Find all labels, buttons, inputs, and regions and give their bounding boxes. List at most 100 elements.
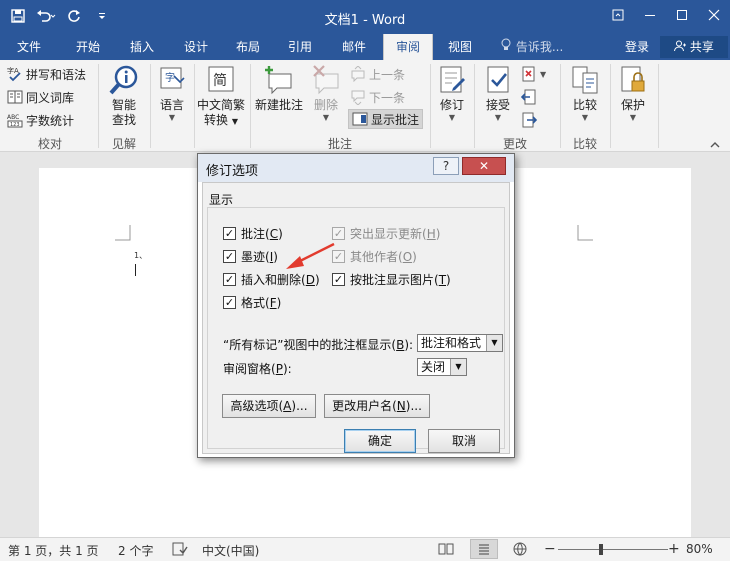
ribbon-tabs: 文件 开始 插入 设计 布局 引用 邮件 审阅 视图 告诉我... 登录 共享 xyxy=(0,34,730,60)
tab-file[interactable]: 文件 xyxy=(4,34,54,60)
formatting-checkbox[interactable]: ✓ 格式(F) xyxy=(223,294,281,311)
ok-button[interactable]: 确定 xyxy=(344,429,416,453)
thesaurus-label: 同义词库 xyxy=(26,90,75,105)
advanced-options-button[interactable]: 高级选项(A)... xyxy=(222,394,316,418)
pictures-by-comments-checkbox[interactable]: ✓ 按批注显示图片(T) xyxy=(332,271,451,288)
close-icon[interactable] xyxy=(698,0,730,30)
previous-comment-button[interactable]: 上一条 xyxy=(350,64,405,84)
checkbox-label: 按批注显示图片(T) xyxy=(350,273,451,287)
tab-view[interactable]: 视图 xyxy=(436,34,484,60)
word-count-button[interactable]: ABC 123 字数统计 xyxy=(7,110,74,130)
text-cursor xyxy=(135,264,136,276)
chevron-down-icon: ▼ xyxy=(322,113,330,122)
page-count[interactable]: 第 1 页，共 1 页 xyxy=(8,542,99,559)
tab-home[interactable]: 开始 xyxy=(62,34,114,60)
language-button[interactable]: 字 语言 ▼ xyxy=(154,64,190,123)
zoom-in-button[interactable]: + xyxy=(668,542,680,556)
zoom-slider-thumb[interactable] xyxy=(598,544,603,555)
new-comment-button[interactable]: 新建批注 xyxy=(252,64,306,113)
word-count-label: 字数统计 xyxy=(26,113,75,128)
compare-button[interactable]: 比较 ▼ xyxy=(566,64,604,123)
accept-button[interactable]: 接受 ▼ xyxy=(480,64,516,123)
previous-comment-label: 上一条 xyxy=(369,67,406,82)
dialog-close-button[interactable]: ✕ xyxy=(462,157,506,175)
language-status[interactable]: 中文(中国) xyxy=(202,542,259,559)
group-separator xyxy=(194,64,195,148)
checkbox-box: ✓ xyxy=(223,273,236,286)
reject-change-button[interactable]: ▼ xyxy=(521,64,546,84)
help-button[interactable]: ? xyxy=(433,157,459,175)
next-comment-button[interactable]: 下一条 xyxy=(350,87,405,107)
sign-in-link[interactable]: 登录 xyxy=(625,34,649,60)
tab-references[interactable]: 引用 xyxy=(274,34,326,60)
chevron-down-icon: ▼ xyxy=(450,359,466,375)
protect-label: 保护 xyxy=(620,98,645,112)
tab-review[interactable]: 审阅 xyxy=(383,34,433,60)
chinese-conversion-label-2-text: 转换 xyxy=(204,113,229,127)
zoom-out-button[interactable]: − xyxy=(544,542,556,556)
other-authors-checkbox[interactable]: ✓ 其他作者(O) xyxy=(332,248,417,265)
group-separator xyxy=(658,64,659,148)
group-label-insights: 见解 xyxy=(111,137,136,151)
zoom-level[interactable]: 80% xyxy=(686,542,713,556)
insertions-deletions-checkbox[interactable]: ✓ 插入和删除(D) xyxy=(223,271,320,288)
share-label: 共享 xyxy=(689,40,714,54)
zoom-slider-track[interactable] xyxy=(558,544,668,555)
tell-me-box[interactable]: 告诉我... xyxy=(500,34,563,60)
checkbox-label: 其他作者(O) xyxy=(350,250,417,264)
checkbox-label: 格式(F) xyxy=(241,296,282,310)
next-change-button[interactable] xyxy=(521,110,538,130)
svg-text:字A: 字A xyxy=(7,66,19,75)
comments-checkbox[interactable]: ✓ 批注(C) xyxy=(223,225,283,242)
compare-label: 比较 xyxy=(572,98,597,112)
balloons-select[interactable]: 批注和格式 ▼ xyxy=(417,334,503,352)
track-changes-options-dialog: 修订选项 ? ✕ 显示 ✓ 批注(C) ✓ 墨迹(I) ✓ 插入和删除(D) ✓… xyxy=(197,153,515,458)
tab-design[interactable]: 设计 xyxy=(170,34,222,60)
language-icon: 字 xyxy=(156,64,188,96)
share-button[interactable]: 共享 xyxy=(660,36,728,58)
crop-mark-top-left xyxy=(115,225,131,241)
proofing-status-icon[interactable] xyxy=(172,542,188,559)
word-count[interactable]: 2 个字 xyxy=(118,542,153,559)
new-comment-label: 新建批注 xyxy=(254,98,303,112)
change-username-button[interactable]: 更改用户名(N)... xyxy=(324,394,430,418)
new-comment-icon xyxy=(263,64,295,96)
checkbox-label: 批注(C) xyxy=(241,227,283,241)
cancel-button[interactable]: 取消 xyxy=(428,429,500,453)
balloons-label: “所有标记”视图中的批注框显示(B): xyxy=(223,338,414,352)
tab-layout[interactable]: 布局 xyxy=(222,34,274,60)
checkbox-label: 突出显示更新(H) xyxy=(350,227,441,241)
delete-comment-button[interactable]: 删除 ▼ xyxy=(306,64,346,123)
collapse-ribbon-icon[interactable] xyxy=(710,138,720,152)
previous-change-icon xyxy=(520,89,537,105)
chinese-conversion-label-2: 转换 ▼ xyxy=(196,113,246,129)
tab-insert[interactable]: 插入 xyxy=(116,34,168,60)
group-separator xyxy=(98,64,99,148)
minimize-icon[interactable] xyxy=(634,0,666,30)
protect-button[interactable]: 保护 ▼ xyxy=(614,64,652,123)
print-layout-icon[interactable] xyxy=(470,539,498,559)
delete-comment-icon xyxy=(310,64,342,96)
web-layout-icon[interactable] xyxy=(512,542,528,559)
chinese-conversion-button[interactable]: 简 中文简繁 转换 ▼ xyxy=(196,64,246,129)
show-comments-button[interactable]: 显示批注 xyxy=(348,109,424,129)
track-changes-button[interactable]: 修订 ▼ xyxy=(434,64,470,123)
chevron-down-icon: ▼ xyxy=(540,69,547,79)
tab-mailings[interactable]: 邮件 xyxy=(328,34,380,60)
ink-checkbox[interactable]: ✓ 墨迹(I) xyxy=(223,248,278,265)
previous-change-button[interactable] xyxy=(520,87,537,107)
spelling-grammar-button[interactable]: 字A 拼写和语法 xyxy=(7,64,86,84)
read-mode-icon[interactable] xyxy=(438,542,454,559)
thesaurus-button[interactable]: 同义词库 xyxy=(7,87,74,107)
highlight-updates-checkbox[interactable]: ✓ 突出显示更新(H) xyxy=(332,225,440,242)
maximize-icon[interactable] xyxy=(666,0,698,30)
reviewing-pane-select[interactable]: 关闭 ▼ xyxy=(417,358,467,376)
restore-ribbon-icon[interactable] xyxy=(602,0,634,30)
reviewing-pane-label: 审阅窗格(P): xyxy=(223,362,292,376)
balloons-value: 批注和格式 xyxy=(421,336,482,350)
smart-lookup-label-2: 查找 xyxy=(111,113,136,127)
red-arrow-annotation xyxy=(286,242,335,269)
checkbox-label: 墨迹(I) xyxy=(241,250,278,264)
smart-lookup-button[interactable]: 智能 查找 xyxy=(104,64,144,128)
language-label: 语言 xyxy=(159,98,184,112)
